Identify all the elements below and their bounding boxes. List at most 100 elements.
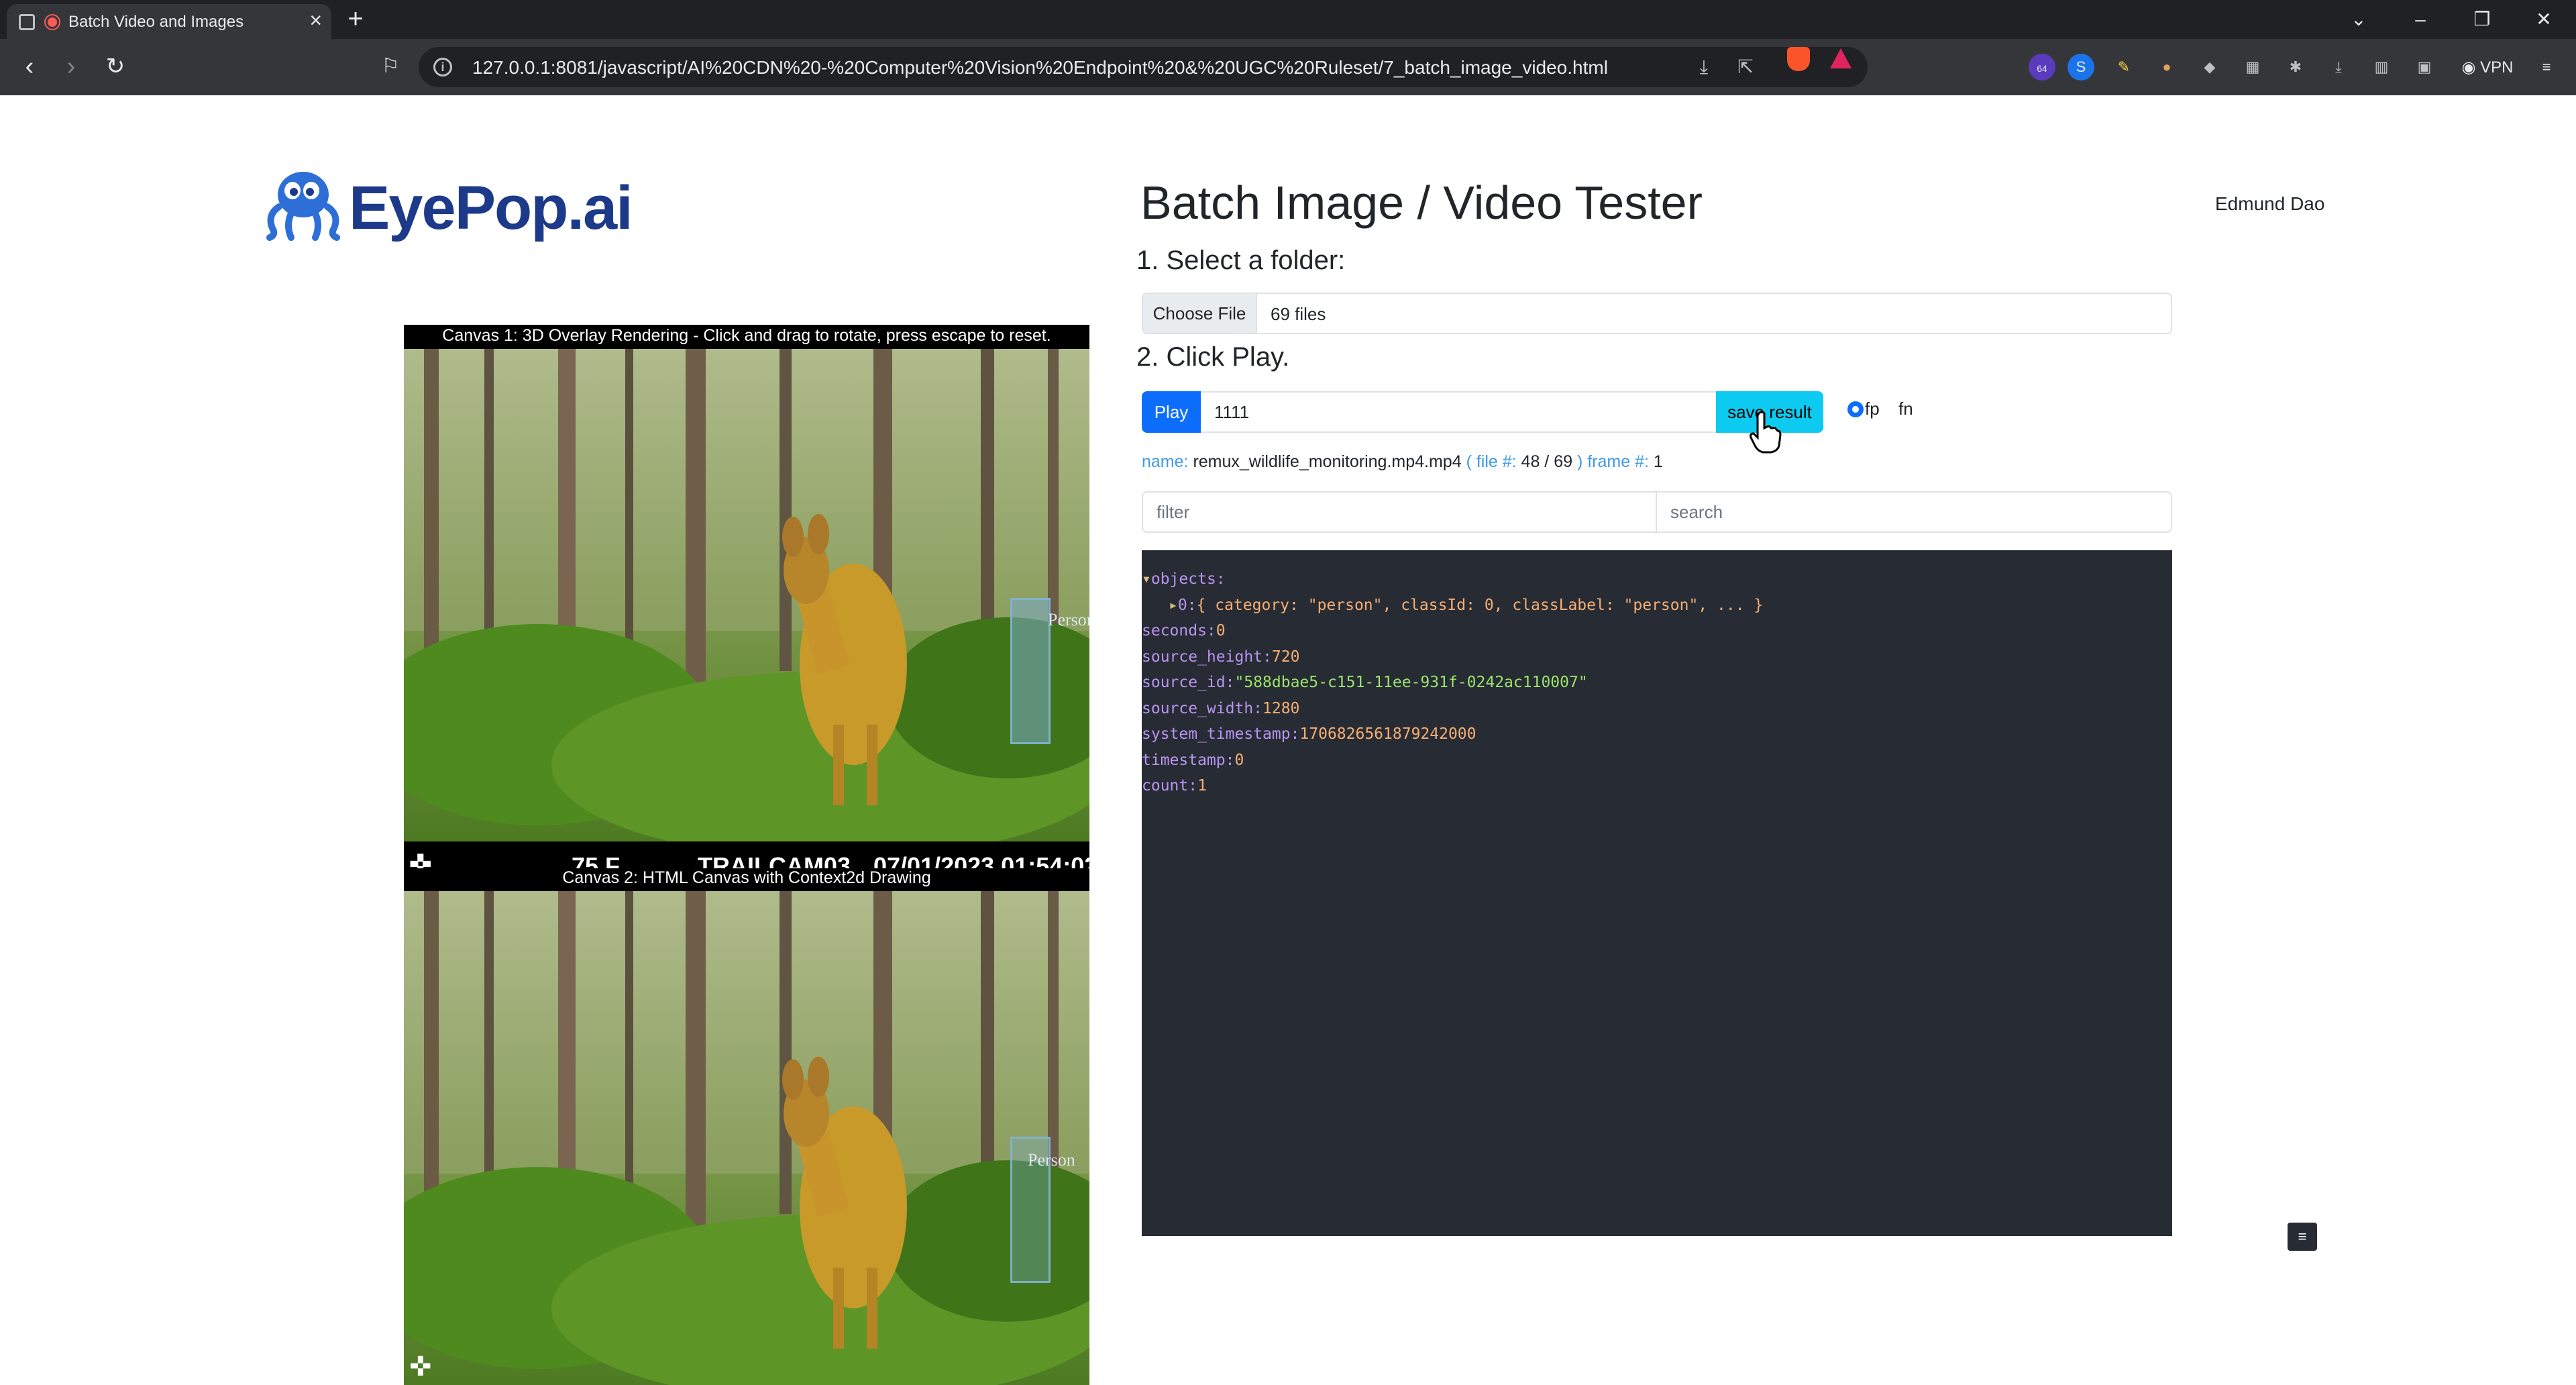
browser-tab[interactable]: Batch Video and Images ×	[7, 4, 331, 39]
canvas-2-detection-label: Person	[1028, 1150, 1075, 1170]
meta-name-value: remux_wildlife_monitoring.mp4.mp4	[1193, 452, 1462, 471]
browser-toolbar: ‹ › ↻ ⚐ i 127.0.0.1:8081/javascript/AI%2…	[0, 39, 2576, 95]
json-row: count:1	[1142, 773, 2172, 799]
bookmark-icon[interactable]: ⚐	[374, 51, 407, 83]
json-row-value: 1280	[1263, 699, 1300, 717]
json-row-key: count:	[1142, 777, 1198, 794]
json-rows: seconds:0 source_height:720 source_id:"588…	[1142, 618, 2172, 799]
eyepop-logo: EyePop.ai	[263, 168, 633, 248]
downloads-icon[interactable]: ⤓	[2325, 54, 2352, 81]
search-input[interactable]: search	[1656, 491, 2172, 533]
brave-rewards-icon[interactable]	[1830, 48, 1851, 68]
logo-wordmark-suffix: .ai	[567, 174, 633, 242]
canvas-1-caption: Canvas 1: 3D Overlay Rendering - Click a…	[442, 326, 1051, 345]
json-object-0-index: 0:	[1177, 596, 1197, 614]
json-row-value: "588dbae5-c151-11ee-931f-0242ac110007"	[1234, 674, 1588, 691]
pencil-extension-icon[interactable]: ✎	[2110, 54, 2137, 81]
json-row-key: source_width:	[1142, 699, 1263, 717]
browser-tab-bar: Batch Video and Images × + ⌄ – ❐ ✕	[0, 0, 2576, 39]
json-row: system_timestamp:1706826561879242000	[1142, 721, 2172, 748]
filter-input[interactable]: filter	[1142, 491, 1657, 533]
collapse-triangle-icon[interactable]: ▾	[1142, 570, 1151, 588]
logo-wordmark-main: EyePop	[349, 174, 568, 242]
canvas-2[interactable]: Canvas 2: HTML Canvas with Context2d Dra…	[404, 868, 1089, 1385]
canvas-2-caption: Canvas 2: HTML Canvas with Context2d Dra…	[562, 868, 931, 887]
fn-radio-label[interactable]: fn	[1898, 399, 1913, 419]
reload-icon[interactable]: ↻	[99, 51, 131, 83]
logo-wordmark: EyePop.ai	[349, 173, 633, 244]
expand-triangle-icon[interactable]: ▸	[1169, 597, 1178, 614]
vpn-label: VPN	[2480, 58, 2514, 76]
file-count-text: 69 files	[1271, 304, 1326, 324]
minimize-icon[interactable]: –	[2400, 3, 2440, 36]
json-row: seconds:0	[1142, 618, 2172, 644]
brave-shields-icon[interactable]	[1787, 47, 1810, 71]
tab-close-icon[interactable]: ×	[309, 9, 322, 31]
wallet-icon[interactable]: ▣	[2411, 54, 2438, 81]
json-row: timestamp:0	[1142, 748, 2172, 774]
meta-name-key: name:	[1142, 452, 1189, 471]
json-result-viewer[interactable]: ▾objects: ▸0:{ category: "person", class…	[1142, 550, 2172, 1236]
canvas-1-detection-box	[1010, 598, 1051, 744]
puzzle-extension-icon[interactable]: ◆	[2196, 54, 2223, 81]
folder-file-input[interactable]: Choose File 69 files	[1142, 293, 2172, 334]
json-row-key: source_id:	[1142, 674, 1235, 691]
sidebar-icon[interactable]: ▥	[2368, 54, 2395, 81]
json-row: source_width:1280	[1142, 696, 2172, 722]
json-row-key: timestamp:	[1142, 751, 1235, 769]
play-value-input[interactable]: 1111	[1201, 391, 1717, 433]
json-objects-node[interactable]: ▾objects:	[1142, 566, 2172, 593]
json-row-value: 1	[1197, 777, 1207, 794]
canvas-1[interactable]: Canvas 1: 3D Overlay Rendering - Click a…	[404, 325, 1089, 890]
json-object-0-node[interactable]: ▸0:{ category: "person", classId: 0, cla…	[1142, 593, 2172, 619]
forward-arrow-icon[interactable]: ›	[55, 51, 87, 83]
site-info-icon[interactable]: i	[433, 58, 452, 76]
media-extension-icon[interactable]: ▦	[2239, 54, 2266, 81]
svg-text:✜: ✜	[409, 1351, 432, 1382]
vpn-button[interactable]: ◉ VPN	[2454, 55, 2521, 81]
extension-badge-icon[interactable]: 64	[2029, 54, 2055, 81]
extension-s-icon[interactable]: S	[2068, 54, 2094, 81]
canvas-1-detection-label: Person	[1048, 610, 1089, 629]
extension-badge-count: 64	[2037, 63, 2047, 74]
fp-radio-label: fp	[1865, 399, 1880, 419]
choose-file-button[interactable]: Choose File	[1143, 294, 1257, 333]
download-icon[interactable]: ⤓	[1692, 55, 1716, 79]
json-menu-icon[interactable]: ≡	[2288, 1223, 2317, 1251]
json-row-key: seconds:	[1142, 622, 1216, 639]
octopus-logo-icon	[266, 172, 340, 241]
cookie-extension-icon[interactable]: ●	[2153, 54, 2180, 81]
extensions-icon[interactable]: ✱	[2282, 54, 2309, 81]
json-objects-key: objects:	[1150, 570, 1226, 588]
file-meta-line: name: remux_wildlife_monitoring.mp4.mp4 …	[1142, 452, 1663, 472]
meta-file-key: ( file #:	[1466, 452, 1517, 471]
json-row-key: source_height:	[1142, 648, 1272, 666]
vpn-shield-icon: ◉	[2461, 58, 2481, 76]
play-button[interactable]: Play	[1142, 391, 1201, 433]
fp-radio[interactable]	[1847, 401, 1864, 417]
json-row: source_id:"588dbae5-c151-11ee-931f-0242a…	[1142, 670, 2172, 696]
recording-indicator-icon	[46, 15, 59, 29]
page-title: Batch Image / Video Tester	[1140, 176, 1703, 229]
back-arrow-icon[interactable]: ‹	[13, 51, 46, 83]
share-icon[interactable]: ⇱	[1733, 55, 1758, 79]
browser-menu-icon[interactable]: ≡	[2533, 54, 2560, 81]
tab-search-chevron-icon[interactable]: ⌄	[2339, 3, 2379, 36]
step-1-heading: 1. Select a folder:	[1136, 246, 1346, 275]
restore-icon[interactable]: ❐	[2462, 3, 2502, 36]
meta-frame-key: frame #:	[1587, 452, 1649, 471]
step-2-heading: 2. Click Play.	[1136, 342, 1290, 372]
meta-frame-value: 1	[1653, 452, 1663, 471]
json-row-value: 720	[1271, 648, 1300, 666]
window-close-icon[interactable]: ✕	[2524, 3, 2564, 36]
json-row-value: 0	[1216, 622, 1226, 639]
tab-title: Batch Video and Images	[68, 13, 244, 31]
json-row-key: system_timestamp:	[1142, 725, 1300, 743]
new-tab-icon[interactable]: +	[339, 5, 372, 34]
json-row-value: 1706826561879242000	[1299, 725, 1477, 743]
tab-favicon-icon	[19, 14, 35, 30]
user-name: Edmund Dao	[2215, 193, 2325, 214]
canvas-2-video-frame: ✜	[404, 891, 1089, 1385]
address-bar[interactable]: i 127.0.0.1:8081/javascript/AI%20CDN%20-…	[419, 47, 1868, 87]
canvas-1-video-frame	[404, 349, 1089, 841]
